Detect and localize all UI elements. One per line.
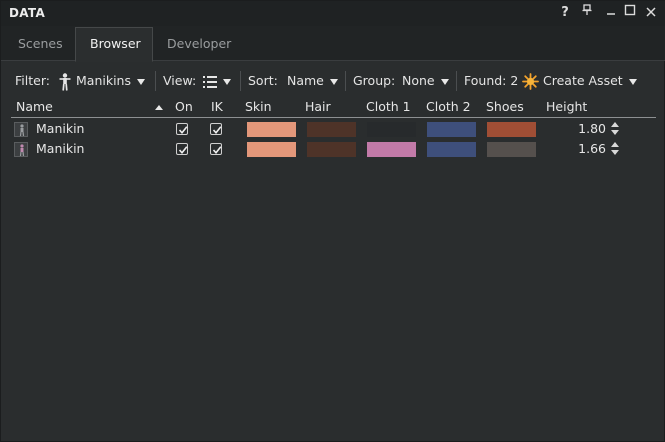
cloth1-color-swatch[interactable] xyxy=(367,142,416,157)
cloth2-color-swatch[interactable] xyxy=(427,142,476,157)
stepper-down-icon[interactable] xyxy=(611,150,619,155)
height-value[interactable]: 1.66 xyxy=(571,139,606,159)
skin-color-swatch[interactable] xyxy=(247,142,296,157)
checkmark-icon xyxy=(178,146,188,155)
column-header-cloth1[interactable]: Cloth 1 xyxy=(366,99,411,114)
table-row[interactable]: Manikin 1.80 xyxy=(11,119,656,139)
cloth1-color-swatch[interactable] xyxy=(367,122,416,137)
chevron-down-icon xyxy=(137,78,145,85)
on-checkbox[interactable] xyxy=(176,143,188,155)
height-stepper[interactable] xyxy=(611,142,619,156)
sort-ascending-icon[interactable] xyxy=(155,105,163,110)
row-name: Manikin xyxy=(36,121,85,136)
skin-color-swatch[interactable] xyxy=(247,122,296,137)
checkmark-icon xyxy=(212,146,222,155)
manikin-icon xyxy=(59,72,71,91)
group-value: None xyxy=(402,73,435,88)
hair-color-swatch[interactable] xyxy=(307,142,356,157)
tab-developer[interactable]: Developer xyxy=(153,28,245,61)
tab-bar: Scenes Browser Developer xyxy=(1,26,665,62)
sort-dropdown[interactable]: Name xyxy=(287,68,338,94)
hair-color-swatch[interactable] xyxy=(307,122,356,137)
ik-checkbox[interactable] xyxy=(210,123,222,135)
stepper-down-icon[interactable] xyxy=(611,130,619,135)
row-name: Manikin xyxy=(36,141,85,156)
chevron-down-icon xyxy=(329,78,338,85)
browser-toolbar: Filter: Manikins View: Sort: Name Group:… xyxy=(1,68,665,94)
found-count: Found: 2 xyxy=(464,73,519,88)
maximize-icon xyxy=(624,4,636,16)
column-header-height[interactable]: Height xyxy=(546,99,587,114)
pin-icon xyxy=(582,4,592,15)
close-icon xyxy=(646,7,656,17)
column-header-cloth2[interactable]: Cloth 2 xyxy=(426,99,471,114)
create-asset-label: Create Asset xyxy=(543,73,623,88)
table-row[interactable]: Manikin 1.66 xyxy=(11,139,656,159)
chevron-down-icon xyxy=(440,78,449,85)
column-header-ik[interactable]: IK xyxy=(211,99,223,114)
sparkle-icon xyxy=(522,73,539,90)
chevron-down-icon xyxy=(628,78,637,85)
height-value[interactable]: 1.80 xyxy=(571,119,606,139)
filter-value: Manikins xyxy=(76,73,131,88)
ik-checkbox[interactable] xyxy=(210,143,222,155)
list-view-icon xyxy=(203,75,217,88)
maximize-button[interactable] xyxy=(621,4,639,22)
window-title: DATA xyxy=(9,6,46,20)
help-button[interactable]: ? xyxy=(556,4,574,22)
stepper-up-icon[interactable] xyxy=(611,142,619,147)
manikin-thumbnail-icon xyxy=(14,122,28,137)
column-header-on[interactable]: On xyxy=(175,99,193,114)
pin-button[interactable] xyxy=(578,4,596,22)
tab-scenes[interactable]: Scenes xyxy=(4,28,77,61)
height-stepper[interactable] xyxy=(611,122,619,136)
toolbar-divider xyxy=(345,71,346,91)
toolbar-divider xyxy=(456,71,457,91)
chevron-down-icon xyxy=(223,78,231,85)
sort-value: Name xyxy=(287,73,324,88)
minimize-icon xyxy=(607,13,615,15)
data-window: DATA ? Scenes Browser Developer Filter: … xyxy=(0,0,665,442)
stepper-up-icon[interactable] xyxy=(611,122,619,127)
create-asset-button[interactable]: Create Asset xyxy=(522,68,637,94)
shoes-color-swatch[interactable] xyxy=(487,142,536,157)
toolbar-divider xyxy=(240,71,241,91)
group-dropdown[interactable]: None xyxy=(402,68,449,94)
checkmark-icon xyxy=(178,126,188,135)
filter-dropdown[interactable]: Manikins xyxy=(59,68,145,94)
checkmark-icon xyxy=(212,126,222,135)
column-header-skin[interactable]: Skin xyxy=(245,99,272,114)
table-header: Name On IK Skin Hair Cloth 1 Cloth 2 Sho… xyxy=(11,97,656,118)
on-checkbox[interactable] xyxy=(176,123,188,135)
view-label: View: xyxy=(163,73,197,88)
column-header-shoes[interactable]: Shoes xyxy=(486,99,524,114)
close-button[interactable] xyxy=(642,4,660,22)
sort-label: Sort: xyxy=(248,73,278,88)
minimize-button[interactable] xyxy=(602,4,620,22)
tab-browser[interactable]: Browser xyxy=(75,27,153,62)
manikin-thumbnail-icon xyxy=(14,142,28,157)
group-label: Group: xyxy=(353,73,396,88)
view-dropdown[interactable] xyxy=(203,68,231,94)
toolbar-divider xyxy=(155,71,156,91)
cloth2-color-swatch[interactable] xyxy=(427,122,476,137)
title-bar: DATA ? xyxy=(1,1,665,26)
column-header-hair[interactable]: Hair xyxy=(305,99,331,114)
column-header-name[interactable]: Name xyxy=(16,99,53,114)
shoes-color-swatch[interactable] xyxy=(487,122,536,137)
filter-label: Filter: xyxy=(15,73,50,88)
